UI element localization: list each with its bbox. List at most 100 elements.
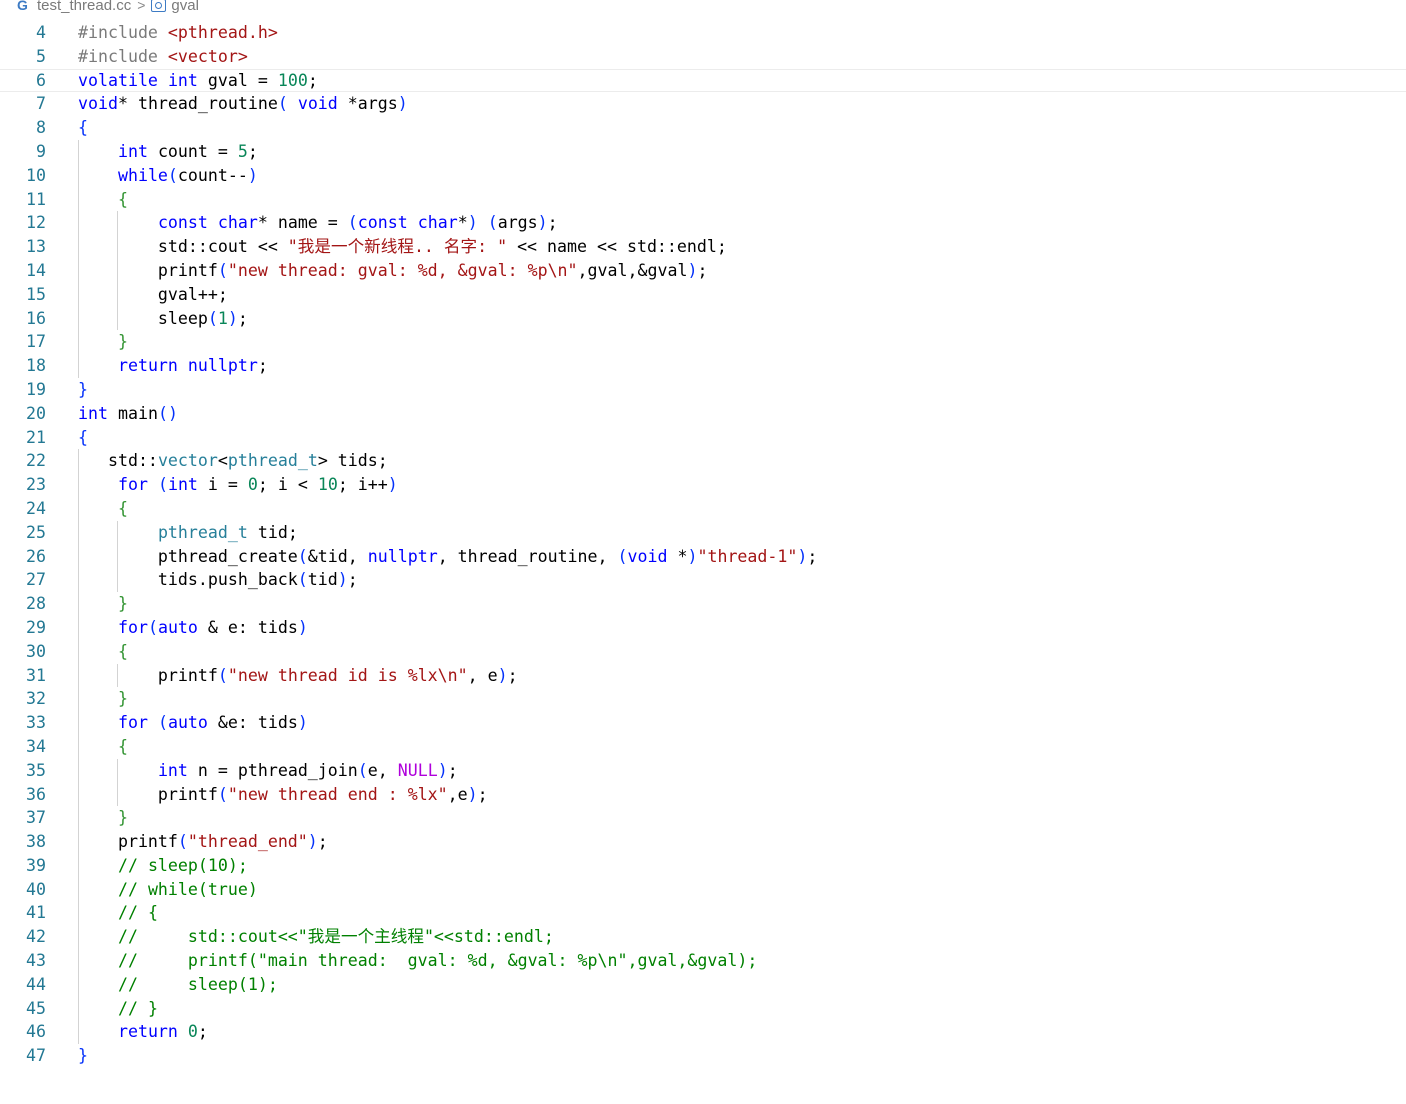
code-line[interactable]: 24 { <box>0 497 1406 521</box>
code-text[interactable]: } <box>78 1044 88 1068</box>
code-text[interactable]: std::cout << "我是一个新线程.. 名字: " << name <<… <box>78 235 727 259</box>
code-text[interactable]: for(auto & e: tids) <box>78 616 308 640</box>
code-text[interactable]: int main() <box>78 402 178 426</box>
code-text[interactable]: // printf("main thread: gval: %d, &gval:… <box>78 949 757 973</box>
code-text[interactable]: return 0; <box>78 1020 208 1044</box>
code-text[interactable]: for (auto &e: tids) <box>78 711 308 735</box>
code-editor[interactable]: 4 #include <pthread.h> 5 #include <vector> 6… <box>0 21 1406 1068</box>
code-text[interactable]: { <box>78 116 88 140</box>
code-text[interactable]: } <box>78 806 128 830</box>
code-line[interactable]: 6 volatile int gval = 100; <box>0 69 1406 93</box>
code-text[interactable]: { <box>78 735 128 759</box>
code-line[interactable]: 30 { <box>0 640 1406 664</box>
code-line[interactable]: 21 { <box>0 426 1406 450</box>
code-text[interactable]: tids.push_back(tid); <box>78 568 358 592</box>
code-line[interactable]: 12 const char* name = (const char*) (arg… <box>0 211 1406 235</box>
code-text[interactable]: printf("new thread id is %lx\n", e); <box>78 664 518 688</box>
code-text[interactable]: const char* name = (const char*) (args); <box>78 211 558 235</box>
code-text[interactable]: int n = pthread_join(e, NULL); <box>78 759 458 783</box>
line-number: 8 <box>36 118 46 138</box>
code-text[interactable]: #include <pthread.h> <box>78 21 278 45</box>
code-text[interactable]: { <box>78 497 128 521</box>
code-text[interactable]: // sleep(1); <box>78 973 278 997</box>
code-line[interactable]: 23 for (int i = 0; i < 10; i++) <box>0 473 1406 497</box>
code-line[interactable]: 10 while(count--) <box>0 164 1406 188</box>
code-text[interactable]: pthread_create(&tid, nullptr, thread_rou… <box>78 545 817 569</box>
code-line[interactable]: 40 // while(true) <box>0 878 1406 902</box>
code-line[interactable]: 28 } <box>0 592 1406 616</box>
code-text[interactable]: // { <box>78 901 158 925</box>
code-text[interactable]: return nullptr; <box>78 354 268 378</box>
code-line[interactable]: 5 #include <vector> <box>0 45 1406 69</box>
code-text[interactable]: printf("thread_end"); <box>78 830 328 854</box>
code-text[interactable]: { <box>78 640 128 664</box>
code-text[interactable]: { <box>78 426 88 450</box>
line-number: 29 <box>26 617 46 637</box>
breadcrumb-file[interactable]: test_thread.cc <box>37 0 131 14</box>
code-line[interactable]: 17 } <box>0 330 1406 354</box>
code-text[interactable]: sleep(1); <box>78 307 248 331</box>
code-text[interactable]: volatile int gval = 100; <box>78 69 318 93</box>
code-line[interactable]: 45 // } <box>0 997 1406 1021</box>
code-line[interactable]: 13 std::cout << "我是一个新线程.. 名字: " << name… <box>0 235 1406 259</box>
code-line[interactable]: 27 tids.push_back(tid); <box>0 568 1406 592</box>
line-number: 42 <box>26 927 46 947</box>
code-line[interactable]: 31 printf("new thread id is %lx\n", e); <box>0 664 1406 688</box>
code-line[interactable]: 29 for(auto & e: tids) <box>0 616 1406 640</box>
code-line[interactable]: 7 void* thread_routine( void *args) <box>0 92 1406 116</box>
code-line[interactable]: 16 sleep(1); <box>0 307 1406 331</box>
code-line[interactable]: 35 int n = pthread_join(e, NULL); <box>0 759 1406 783</box>
code-line[interactable]: 20 int main() <box>0 402 1406 426</box>
code-text[interactable]: std::vector<pthread_t> tids; <box>78 449 388 473</box>
code-line[interactable]: 14 printf("new thread: gval: %d, &gval: … <box>0 259 1406 283</box>
code-line[interactable]: 8{ <box>0 116 1406 140</box>
code-text[interactable]: // } <box>78 997 158 1021</box>
code-line[interactable]: 4 #include <pthread.h> <box>0 21 1406 45</box>
code-line[interactable]: 22 std::vector<pthread_t> tids; <box>0 449 1406 473</box>
line-number: 34 <box>26 736 46 756</box>
code-text[interactable]: int count = 5; <box>78 140 258 164</box>
code-line[interactable]: 11 { <box>0 188 1406 212</box>
code-text[interactable]: // sleep(10); <box>78 854 248 878</box>
code-line[interactable]: 33 for (auto &e: tids) <box>0 711 1406 735</box>
code-line[interactable]: 15 gval++; <box>0 283 1406 307</box>
code-text[interactable]: { <box>78 188 128 212</box>
line-number: 10 <box>26 165 46 185</box>
code-line[interactable]: 25 pthread_t tid; <box>0 521 1406 545</box>
code-text[interactable]: printf("new thread: gval: %d, &gval: %p\… <box>78 259 708 283</box>
code-line[interactable]: 18 return nullptr; <box>0 354 1406 378</box>
code-line[interactable]: 41 // { <box>0 901 1406 925</box>
code-text[interactable]: #include <vector> <box>78 45 248 69</box>
code-line[interactable]: 44 // sleep(1); <box>0 973 1406 997</box>
code-text[interactable]: // std::cout<<"我是一个主线程"<<std::endl; <box>78 925 554 949</box>
line-number: 24 <box>26 498 46 518</box>
code-line[interactable]: 46 return 0; <box>0 1020 1406 1044</box>
code-line[interactable]: 38 printf("thread_end"); <box>0 830 1406 854</box>
code-line[interactable]: 34 { <box>0 735 1406 759</box>
breadcrumb-symbol[interactable]: gval <box>171 0 199 14</box>
indent-guide <box>116 211 118 331</box>
code-line[interactable]: 47} <box>0 1044 1406 1068</box>
code-line[interactable]: 26 pthread_create(&tid, nullptr, thread_… <box>0 545 1406 569</box>
code-text[interactable]: void* thread_routine( void *args) <box>78 92 408 116</box>
code-text[interactable]: printf("new thread end : %lx",e); <box>78 783 488 807</box>
code-line[interactable]: 43 // printf("main thread: gval: %d, &gv… <box>0 949 1406 973</box>
code-line[interactable]: 36 printf("new thread end : %lx",e); <box>0 783 1406 807</box>
line-number: 5 <box>36 46 46 66</box>
code-line[interactable]: 32 } <box>0 687 1406 711</box>
code-line[interactable]: 9 int count = 5; <box>0 140 1406 164</box>
code-line[interactable]: 39 // sleep(10); <box>0 854 1406 878</box>
code-line[interactable]: 42 // std::cout<<"我是一个主线程"<<std::endl; <box>0 925 1406 949</box>
code-line[interactable]: 37 } <box>0 806 1406 830</box>
code-text[interactable]: } <box>78 378 88 402</box>
code-text[interactable]: } <box>78 330 128 354</box>
line-number: 11 <box>26 189 46 209</box>
code-line[interactable]: 19} <box>0 378 1406 402</box>
code-text[interactable]: } <box>78 592 128 616</box>
code-text[interactable]: pthread_t tid; <box>78 521 298 545</box>
code-text[interactable]: } <box>78 687 128 711</box>
code-text[interactable]: // while(true) <box>78 878 258 902</box>
code-text[interactable]: while(count--) <box>78 164 258 188</box>
code-text[interactable]: for (int i = 0; i < 10; i++) <box>78 473 398 497</box>
code-text[interactable]: gval++; <box>78 283 228 307</box>
